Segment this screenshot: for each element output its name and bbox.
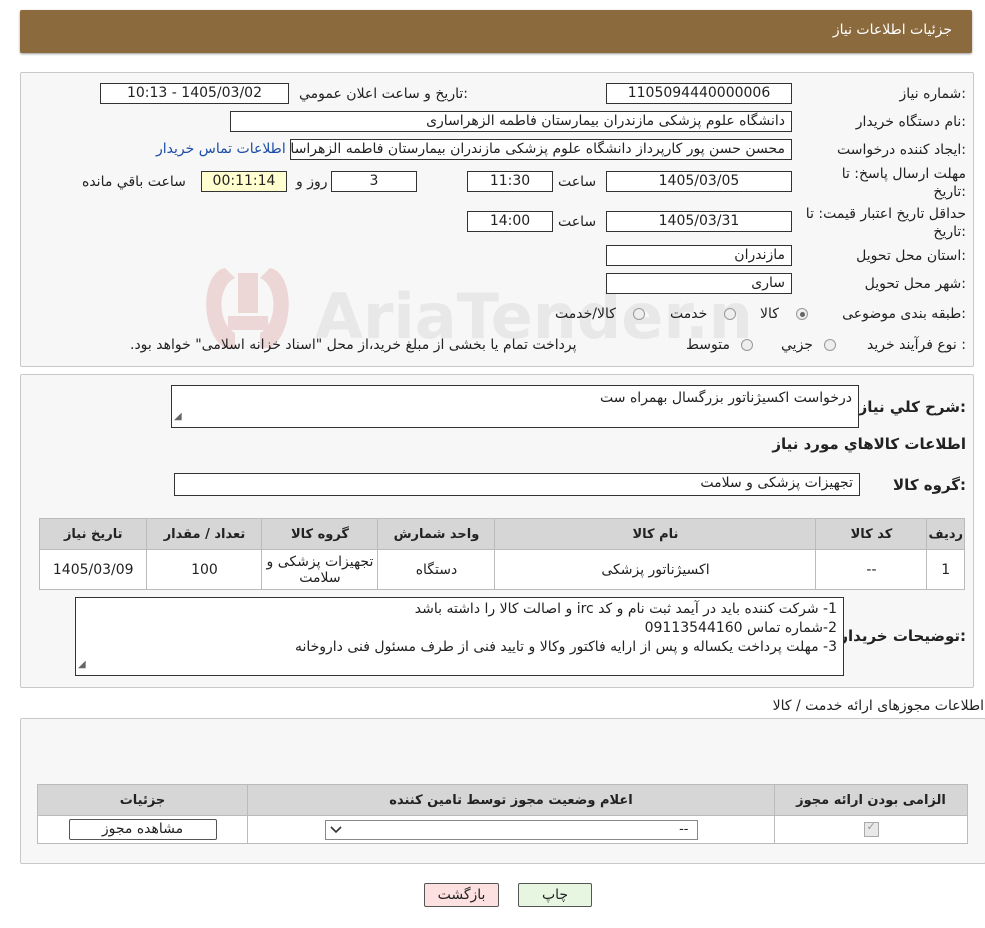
permit-status-select[interactable]: -- (324, 819, 698, 840)
delivery-city-field: ساری (606, 273, 792, 294)
delivery-city-label: شهر محل تحويل: (864, 276, 966, 292)
reply-deadline-time: 11:30 (467, 171, 553, 192)
category-radio-goods[interactable] (796, 308, 808, 320)
page-header: جزئیات اطلاعات نیاز (20, 10, 972, 53)
permits-title: اطلاعات مجوزهای ارائه خدمت / کالا (772, 698, 984, 714)
buyer-note-line-2: 2-شماره تماس 09113544160 (644, 620, 837, 636)
print-button[interactable]: چاپ (518, 883, 592, 907)
col-row-number: رديف (926, 518, 965, 550)
time-remaining-field: 00:11:14 (201, 171, 287, 192)
permits-table: الزامی بودن ارائه مجوز اعلام وضعیت مجوز … (37, 784, 968, 844)
back-button[interactable]: بازگشت (424, 883, 499, 907)
buyer-org-label: نام دستگاه خريدار: (855, 114, 966, 130)
days-remaining-field: 3 (331, 171, 417, 192)
reply-deadline-label: مهلت ارسال پاسخ: تا (841, 166, 966, 182)
need-description-label: شرح کلي نياز: (858, 398, 966, 416)
validity-hour-label: ساعت (558, 214, 597, 230)
category-option-service: خدمت (670, 306, 708, 322)
watermark-logo-icon (206, 268, 289, 348)
page-title: جزئیات اطلاعات نیاز (832, 22, 952, 38)
price-validity-date: 1405/03/31 (606, 211, 792, 232)
col-goods-code: کد کالا (815, 518, 928, 550)
announce-datetime-field: 1405/03/02 - 10:13 (100, 83, 289, 104)
need-number-field: 1105094440000006 (606, 83, 792, 104)
col-unit: واحد شمارش (377, 518, 496, 550)
cell-permit-required: ✓ (774, 815, 968, 844)
cell-permit-details: مشاهده مجوز (37, 815, 248, 844)
cell-row-number: 1 (926, 549, 965, 590)
process-type-label: نوع فرآيند خريد : (867, 337, 966, 353)
goods-info-title: اطلاعات کالاهاي مورد نياز (772, 435, 966, 453)
cell-unit: دستگاه (377, 549, 496, 590)
col-need-date: تاريخ نياز (38, 518, 148, 550)
cell-goods-group: تجهیزات پزشکی و سلامت (261, 549, 379, 590)
chevron-down-icon (329, 825, 342, 833)
payment-note: پرداخت تمام یا بخشی از مبلغ خرید،از محل … (130, 337, 577, 353)
goods-table: رديف کد کالا نام کالا واحد شمارش گروه کا… (38, 518, 965, 590)
announce-datetime-label: تاريخ و ساعت اعلان عمومي: (299, 86, 468, 102)
need-description-field: درخواست اکسیژناتور بزرگسال بهمراه ست ◢ (171, 385, 859, 428)
buyer-notes-field: 1- شرکت کننده باید در آیمد ثبت نام و کد … (75, 597, 844, 676)
need-number-label: شماره نیاز: (899, 86, 966, 102)
col-permit-status: اعلام وضعیت مجوز توسط تامین کننده (247, 784, 775, 816)
process-option-medium: متوسط (686, 337, 730, 353)
reply-hour-label: ساعت (558, 174, 597, 190)
table-row: ✓ -- مشاهده مجوز (37, 815, 968, 844)
col-permit-details: جزئیات (37, 784, 248, 816)
table-row: 1 -- اکسیژناتور پزشکی دستگاه تجهیزات پزش… (38, 549, 965, 590)
permits-table-header: الزامی بودن ارائه مجوز اعلام وضعیت مجوز … (37, 784, 968, 816)
view-permit-button[interactable]: مشاهده مجوز (68, 819, 217, 840)
cell-goods-name: اکسیژناتور پزشکی (494, 549, 817, 590)
permit-status-value: -- (679, 821, 689, 837)
check-icon: ✓ (866, 820, 876, 833)
reply-deadline-date: 1405/03/05 (606, 171, 792, 192)
buyer-note-line-3: 3- مهلت پرداخت یکساله و پس از ارایه فاکت… (294, 639, 837, 655)
resize-grip-icon[interactable]: ◢ (78, 655, 86, 674)
days-label: روز و (296, 174, 328, 190)
cell-permit-status: -- (247, 815, 775, 844)
time-remaining-label: ساعت باقي مانده (82, 174, 186, 190)
category-radio-service[interactable] (724, 308, 736, 320)
buyer-notes-label: توضيحات خريدار: (839, 627, 966, 645)
price-validity-time: 14:00 (467, 211, 553, 232)
category-radio-goods-service[interactable] (633, 308, 645, 320)
cell-quantity: 100 (146, 549, 263, 590)
col-quantity: تعداد / مقدار (146, 518, 263, 550)
buyer-contact-link[interactable]: اطلاعات تماس خریدار (156, 141, 286, 157)
process-radio-minor[interactable] (824, 339, 836, 351)
process-radio-medium[interactable] (741, 339, 753, 351)
permit-required-checkbox: ✓ (863, 820, 879, 837)
goods-group-label: گروه کالا: (893, 476, 966, 494)
need-description-text: درخواست اکسیژناتور بزرگسال بهمراه ست (600, 390, 852, 406)
buyer-org-field: دانشگاه علوم پزشکی مازندران بیمارستان فا… (230, 111, 792, 132)
request-creator-label: ايجاد کننده درخواست: (837, 142, 966, 158)
category-option-goods: کالا (760, 306, 779, 322)
reply-deadline-label-2: تاريخ: (933, 184, 966, 200)
price-validity-label: حداقل تاريخ اعتبار قيمت: تا (805, 206, 966, 222)
request-creator-field: محسن حسن پور کارپرداز دانشگاه علوم پزشکی… (290, 139, 792, 160)
category-option-goods-service: کالا/خدمت (555, 306, 616, 322)
col-goods-name: نام کالا (494, 518, 817, 550)
goods-group-field: تجهیزات پزشکی و سلامت (174, 473, 860, 496)
delivery-province-field: مازندران (606, 245, 792, 266)
buyer-note-line-1: 1- شرکت کننده باید در آیمد ثبت نام و کد … (414, 601, 837, 617)
price-validity-label-2: تاريخ: (933, 224, 966, 240)
col-goods-group: گروه کالا (261, 518, 379, 550)
category-label: طبقه بندی موضوعی: (842, 306, 966, 322)
col-permit-required: الزامی بودن ارائه مجوز (774, 784, 968, 816)
delivery-province-label: استان محل تحويل: (856, 248, 966, 264)
cell-need-date: 1405/03/09 (38, 549, 148, 590)
cell-goods-code: -- (815, 549, 928, 590)
resize-grip-icon[interactable]: ◢ (174, 407, 182, 426)
goods-table-header: رديف کد کالا نام کالا واحد شمارش گروه کا… (38, 518, 965, 550)
process-option-minor: جزيي (781, 337, 813, 353)
